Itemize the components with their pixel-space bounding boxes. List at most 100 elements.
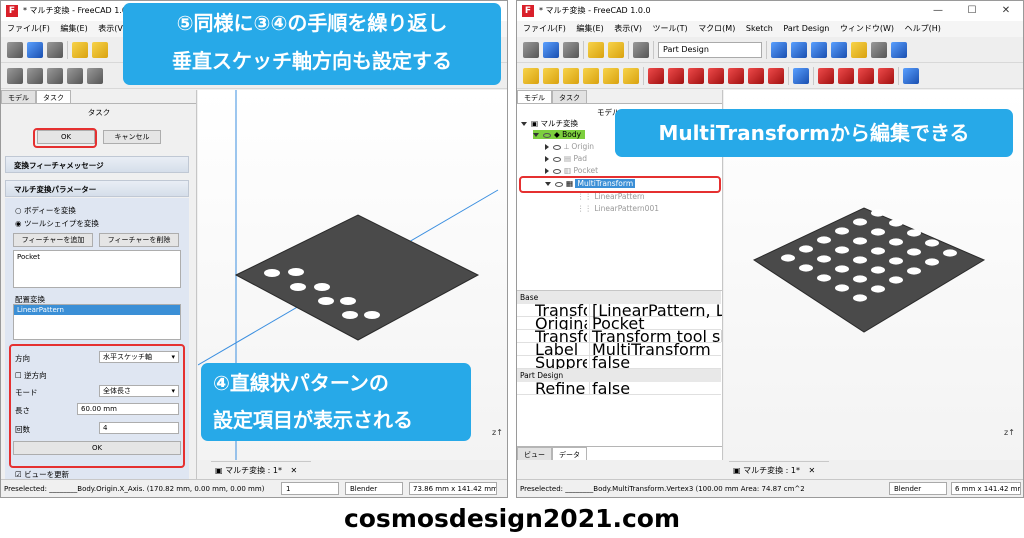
menu-help[interactable]: ヘルプ(H) xyxy=(905,24,941,33)
menu-edit[interactable]: 編集(E) xyxy=(576,24,603,33)
property-row[interactable]: Refine false xyxy=(517,381,721,397)
section-transform-messages[interactable]: 変換フィーチャメッセージ xyxy=(5,156,189,173)
list-item[interactable]: LinearPattern xyxy=(14,305,180,315)
menu-sketch[interactable]: Sketch xyxy=(746,24,773,33)
additive-primitive-icon[interactable] xyxy=(623,67,639,84)
draw-style-icon[interactable] xyxy=(811,41,827,58)
eye-icon[interactable] xyxy=(553,156,561,162)
tab-task[interactable]: タスク xyxy=(36,90,71,103)
menu-tools[interactable]: ツール(T) xyxy=(653,24,688,33)
tab-view[interactable]: ビュー xyxy=(517,447,552,460)
minimize-icon[interactable]: — xyxy=(921,1,955,21)
property-row[interactable]: Suppressedfalse xyxy=(517,355,721,371)
tab-model[interactable]: モデル xyxy=(517,90,552,103)
menu-partdesign[interactable]: Part Design xyxy=(783,24,829,33)
part-icon[interactable] xyxy=(851,41,867,58)
tree-item-linearpattern[interactable]: ⋮⋮ LinearPattern xyxy=(577,192,645,201)
radio-transform-tool[interactable]: ◉ ツールシェイプを変換 xyxy=(15,218,99,229)
pocket-icon[interactable] xyxy=(648,67,664,84)
subtractive-pipe-icon[interactable] xyxy=(728,67,744,84)
navigation-style-select[interactable]: Blender xyxy=(889,482,947,495)
tab-model[interactable]: モデル xyxy=(1,90,36,103)
subtractive-helix-icon[interactable] xyxy=(748,67,764,84)
new-file-icon[interactable] xyxy=(523,41,539,58)
subtractive-loft-icon[interactable] xyxy=(708,67,724,84)
section-multitransform-params[interactable]: マルチ変換パラメーター xyxy=(5,180,189,197)
eye-icon[interactable] xyxy=(553,144,561,150)
groove-icon[interactable] xyxy=(688,67,704,84)
eye-icon[interactable] xyxy=(553,168,561,174)
helix-icon[interactable] xyxy=(87,67,103,84)
open-file-icon[interactable] xyxy=(27,41,43,58)
open-file-icon[interactable] xyxy=(543,41,559,58)
subtractive-primitive-icon[interactable] xyxy=(768,67,784,84)
refresh-icon[interactable] xyxy=(633,41,649,58)
new-file-icon[interactable] xyxy=(7,41,23,58)
macro-icon[interactable] xyxy=(891,41,907,58)
add-feature-button[interactable]: フィーチャーを追加 xyxy=(13,233,93,247)
hole-icon[interactable] xyxy=(668,67,684,84)
workbench-select[interactable]: Part Design xyxy=(658,41,762,58)
tree-item-body[interactable]: ◆ Body xyxy=(533,130,586,139)
tree-item-pocket[interactable]: ▥ Pocket xyxy=(545,166,598,175)
tree-item-linearpattern001[interactable]: ⋮⋮ LinearPattern001 xyxy=(577,204,659,213)
menu-view[interactable]: 表示(V) xyxy=(98,24,126,33)
thickness-icon[interactable] xyxy=(878,67,894,84)
menu-edit[interactable]: 編集(E) xyxy=(60,24,87,33)
maximize-icon[interactable]: ☐ xyxy=(955,1,989,21)
pipe-icon[interactable] xyxy=(67,67,83,84)
pad-icon[interactable] xyxy=(523,67,539,84)
revolve-icon[interactable] xyxy=(27,67,43,84)
feature-list[interactable]: Pocket xyxy=(13,250,181,288)
tab-task[interactable]: タスク xyxy=(552,90,587,103)
close-icon[interactable]: ✕ xyxy=(809,466,816,475)
eye-icon[interactable] xyxy=(543,132,551,138)
tree-item-pad[interactable]: ▤ Pad xyxy=(545,154,587,163)
document-tab[interactable]: ▣ マルチ変換 : 1* ✕ xyxy=(729,461,829,479)
expand-icon[interactable] xyxy=(545,156,549,162)
boolean-icon[interactable] xyxy=(793,67,809,84)
list-item[interactable]: Pocket xyxy=(17,253,40,261)
chamfer-icon[interactable] xyxy=(838,67,854,84)
expand-icon[interactable] xyxy=(533,133,539,137)
revolve-icon[interactable] xyxy=(543,67,559,84)
fillet-icon[interactable] xyxy=(818,67,834,84)
tree-item-document[interactable]: ▣ マルチ変換 xyxy=(521,118,578,129)
menu-window[interactable]: ウィンドウ(W) xyxy=(840,24,894,33)
what-is-this-icon[interactable] xyxy=(871,41,887,58)
save-icon[interactable] xyxy=(47,41,63,58)
redo-icon[interactable] xyxy=(608,41,624,58)
undo-icon[interactable] xyxy=(588,41,604,58)
save-icon[interactable] xyxy=(563,41,579,58)
expand-icon[interactable] xyxy=(521,122,527,126)
fit-all-icon[interactable] xyxy=(771,41,787,58)
menu-file[interactable]: ファイル(F) xyxy=(523,24,566,33)
menu-view[interactable]: 表示(V) xyxy=(614,24,642,33)
page-select[interactable]: 1 xyxy=(281,482,339,495)
draft-icon[interactable] xyxy=(858,67,874,84)
close-icon[interactable]: ✕ xyxy=(989,1,1023,21)
expand-icon[interactable] xyxy=(545,168,549,174)
document-tab[interactable]: ▣ マルチ変換 : 1* ✕ xyxy=(211,461,311,479)
pipe-icon[interactable] xyxy=(583,67,599,84)
undo-icon[interactable] xyxy=(72,41,88,58)
fit-selection-icon[interactable] xyxy=(791,41,807,58)
sprocket-icon[interactable] xyxy=(903,67,919,84)
loft-icon[interactable] xyxy=(563,67,579,84)
remove-feature-button[interactable]: フィーチャーを削除 xyxy=(99,233,179,247)
tab-data[interactable]: データ xyxy=(552,447,587,460)
tree-item-origin[interactable]: ⟂ Origin xyxy=(545,142,594,152)
menu-macro[interactable]: マクロ(M) xyxy=(698,24,735,33)
helix-icon[interactable] xyxy=(603,67,619,84)
pad-icon[interactable] xyxy=(7,67,23,84)
menu-file[interactable]: ファイル(F) xyxy=(7,24,50,33)
view-cube-icon[interactable] xyxy=(831,41,847,58)
redo-icon[interactable] xyxy=(92,41,108,58)
radio-transform-body[interactable]: ○ ボディーを変換 xyxy=(15,205,76,216)
transform-list[interactable]: LinearPattern xyxy=(13,304,181,340)
cancel-button[interactable]: キャンセル xyxy=(103,130,161,144)
expand-icon[interactable] xyxy=(545,144,549,150)
property-value[interactable]: false xyxy=(589,381,630,397)
navigation-style-select[interactable]: Blender xyxy=(345,482,403,495)
loft-icon[interactable] xyxy=(47,67,63,84)
